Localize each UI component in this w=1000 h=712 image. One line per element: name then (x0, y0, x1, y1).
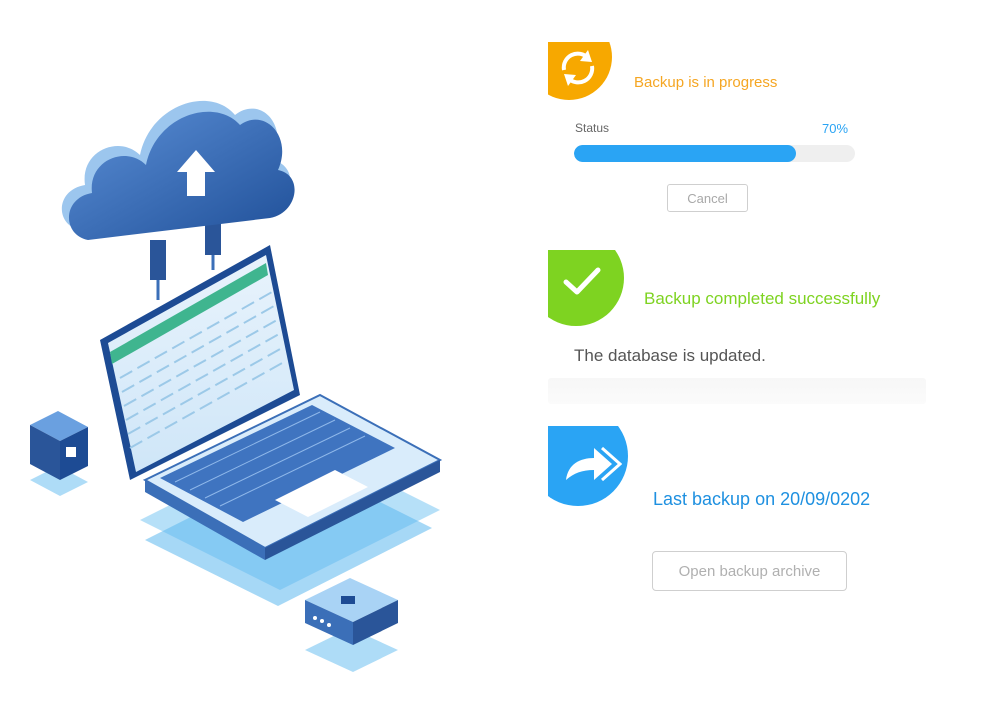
success-title: Backup completed successfully (644, 289, 881, 308)
cancel-button[interactable]: Cancel (667, 184, 748, 212)
progress-title: Backup is in progress (634, 74, 778, 91)
checkmark-icon (548, 250, 630, 328)
message-divider (548, 378, 926, 404)
cube-icon (30, 411, 88, 496)
sync-icon (548, 42, 618, 102)
status-label: Status (575, 121, 610, 135)
progress-percent: 70% (822, 121, 849, 136)
forward-arrow-icon (548, 426, 634, 508)
progress-bar-fill (574, 145, 796, 162)
progress-bar (574, 145, 855, 162)
open-backup-archive-button[interactable]: Open backup archive (652, 551, 847, 591)
server-box-icon (305, 578, 398, 672)
last-backup-text: Last backup on 20/09/0202 (653, 489, 871, 509)
cloud-backup-illustration (30, 100, 443, 672)
database-updated-message: The database is updated. (574, 346, 766, 365)
